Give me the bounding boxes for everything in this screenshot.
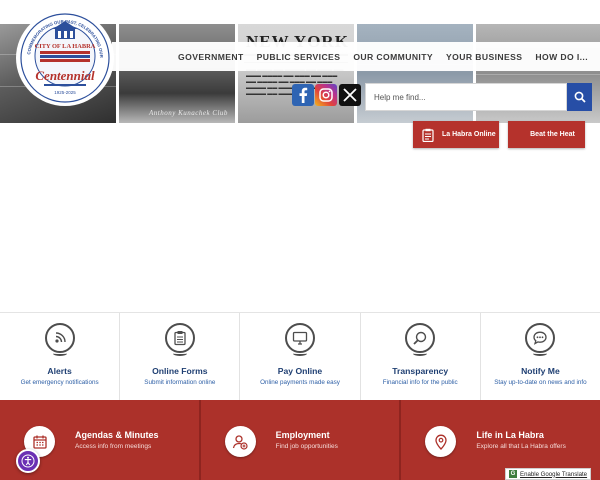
quick-link-subtitle: Submit information online — [144, 379, 216, 386]
monitor-icon — [285, 323, 315, 356]
quick-link-subtitle: Online payments made easy — [260, 379, 340, 386]
la-habra-online-button[interactable]: La Habra Online — [413, 121, 499, 148]
nav-government[interactable]: GOVERNMENT — [178, 52, 244, 62]
hero-photo-3: NEW YORK ▬▬ ▬▬▬ ▬▬ ▬▬▬▬ ▬▬ ▬▬▬ ▬▬ ▬▬▬ ▬▬… — [238, 24, 354, 123]
quick-link-alerts[interactable]: Alerts Get emergency notifications — [0, 313, 121, 400]
logo-script-text: Centennial — [35, 68, 95, 83]
beat-the-heat-button[interactable]: Beat the Heat — [508, 121, 585, 148]
quick-link-title: Alerts — [47, 366, 72, 376]
nav-our-community[interactable]: OUR COMMUNITY — [353, 52, 433, 62]
person-plus-icon — [224, 426, 256, 457]
quick-link-subtitle: Get emergency notifications — [20, 379, 99, 386]
map-pin-icon — [425, 426, 457, 457]
hero-photo-2-caption: Anthony Kunachek Club — [149, 109, 228, 117]
search-icon — [574, 91, 586, 103]
clipboard-icon — [421, 127, 434, 143]
logo-city-text: CITY OF LA HABRA — [35, 43, 96, 50]
panel-subtitle: Explore all that La Habra offers — [476, 443, 566, 450]
nav-how-do-i[interactable]: HOW DO I... — [535, 52, 588, 62]
la-habra-online-label: La Habra Online — [442, 131, 496, 138]
quick-link-title: Pay Online — [277, 366, 323, 376]
beat-the-heat-label: Beat the Heat — [530, 131, 575, 138]
quick-link-online-forms[interactable]: Online Forms Submit information online — [120, 313, 241, 400]
city-logo[interactable]: COMMEMORATING OUR PAST, CELEBRATING OUR … — [16, 8, 112, 104]
google-translate-label: Enable Google Translate — [520, 470, 588, 478]
page: Anthony Kunachek Club NEW YORK ▬▬ ▬▬▬ ▬▬… — [0, 0, 600, 480]
form-icon — [164, 323, 195, 356]
panel-title: Agendas & Minutes — [75, 430, 159, 440]
centennial-seal-icon: COMMEMORATING OUR PAST, CELEBRATING OUR … — [16, 8, 110, 103]
accessibility-button[interactable] — [16, 449, 40, 473]
hero-photo-2: Anthony Kunachek Club — [119, 24, 235, 123]
panel-title: Life in La Habra — [476, 430, 544, 440]
alert-icon — [44, 323, 75, 356]
accessibility-icon — [21, 454, 35, 468]
quick-link-subtitle: Financial info for the public — [382, 379, 458, 386]
facebook-icon[interactable] — [292, 84, 314, 106]
chat-icon — [525, 323, 556, 356]
quick-link-pay-online[interactable]: Pay Online Online payments made easy — [240, 313, 361, 400]
quick-link-subtitle: Stay up-to-date on news and info — [494, 379, 587, 386]
quick-link-transparency[interactable]: Transparency Financial info for the publ… — [361, 313, 481, 400]
instagram-icon[interactable] — [315, 84, 337, 106]
magnifier-icon — [405, 323, 436, 356]
main-nav: GOVERNMENT PUBLIC SERVICES OUR COMMUNITY… — [112, 42, 600, 71]
quick-link-title: Transparency — [392, 366, 449, 376]
logo-years-text: 1925-2025 — [54, 90, 76, 95]
nav-public-services[interactable]: PUBLIC SERVICES — [257, 52, 341, 62]
nav-your-business[interactable]: YOUR BUSINESS — [446, 52, 522, 62]
panel-title: Employment — [275, 430, 330, 440]
google-translate-icon: G — [509, 470, 517, 478]
x-icon[interactable] — [339, 84, 361, 106]
quick-links: Alerts Get emergency notifications Onlin… — [0, 312, 600, 400]
panel-employment[interactable]: Employment Find job opportunities — [200, 400, 402, 480]
google-translate-button[interactable]: G Enable Google Translate — [505, 468, 591, 480]
panel-subtitle: Find job opportunities — [275, 443, 338, 450]
search-input[interactable] — [365, 83, 567, 111]
panel-subtitle: Access info from meetings — [75, 443, 152, 450]
quick-link-notify-me[interactable]: Notify Me Stay up-to-date on news and in… — [481, 313, 600, 400]
search-button[interactable] — [567, 83, 592, 111]
quick-link-title: Notify Me — [521, 366, 560, 376]
quick-link-title: Online Forms — [152, 366, 208, 376]
